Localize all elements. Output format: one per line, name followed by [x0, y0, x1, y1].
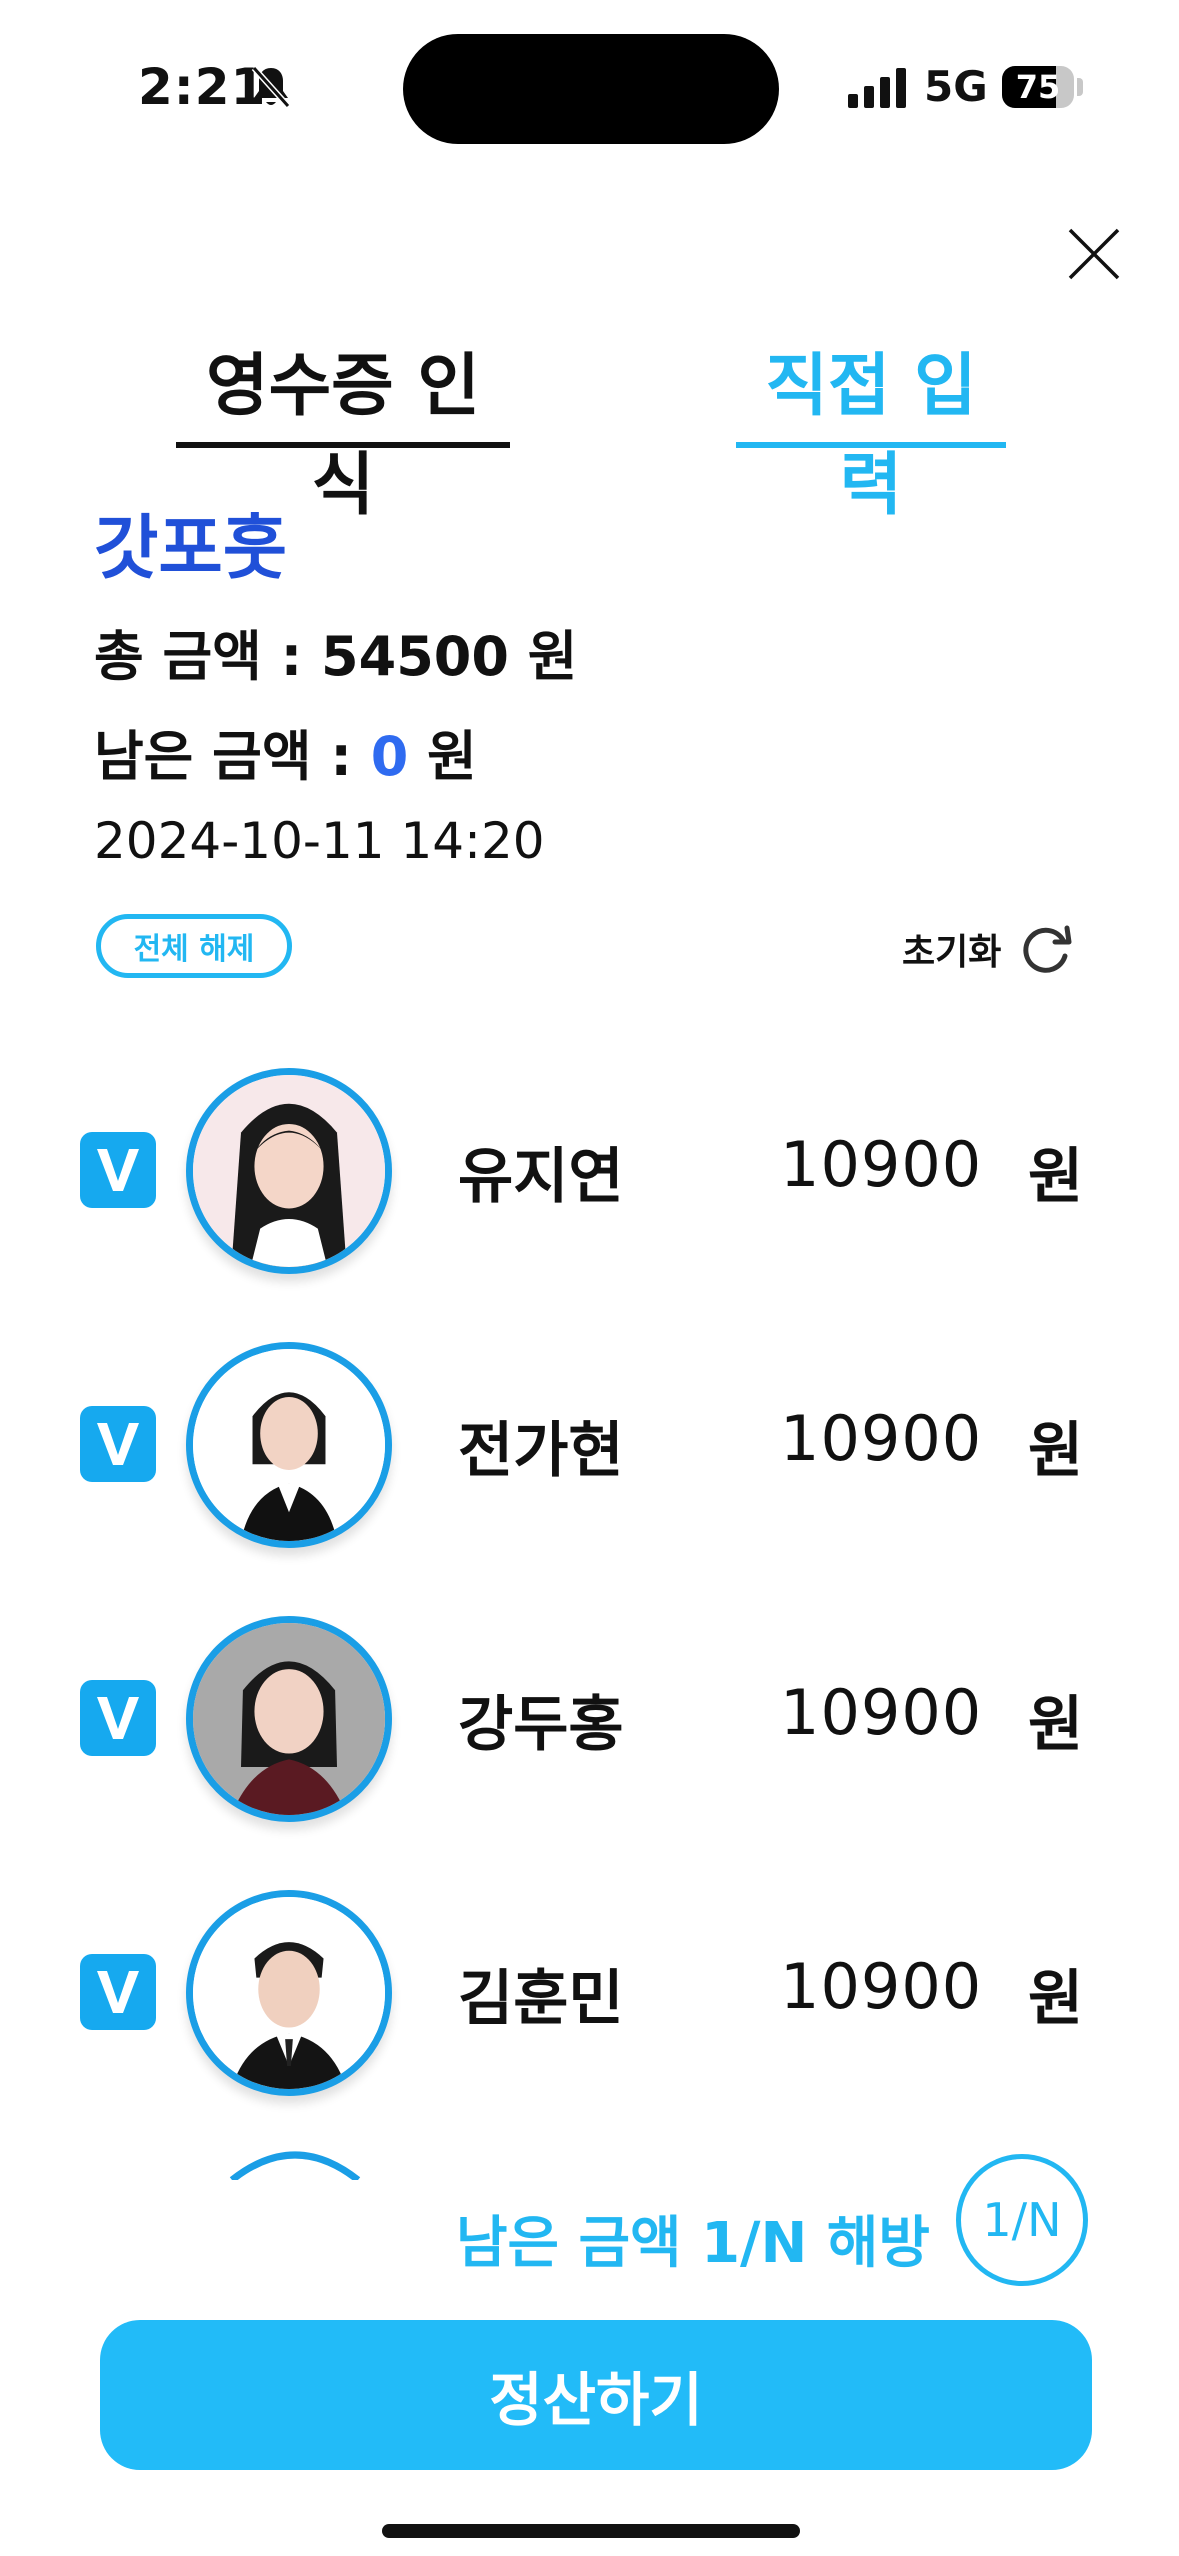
battery-icon: 75 [1002, 66, 1074, 108]
split-1n-button[interactable]: 1/N [956, 2154, 1088, 2286]
avatar [186, 1890, 392, 2096]
remaining-amount-line: 남은 금액 : 0 원 [94, 712, 477, 791]
reset-label: 초기화 [902, 932, 1002, 973]
signal-icon [848, 68, 906, 108]
member-amount[interactable]: 10900 [780, 1128, 982, 1201]
check-v-icon [97, 1423, 139, 1465]
member-unit: 원 [1028, 1690, 1084, 1760]
receipt-datetime: 2024-10-11 14:20 [94, 812, 545, 870]
tab-receipt-recognition[interactable]: 영수증 인식 [176, 330, 510, 525]
member-checkbox[interactable] [80, 1680, 156, 1756]
member-name: 강두홍 [458, 1690, 624, 1760]
battery-nub [1077, 78, 1083, 96]
remain-label: 남은 금액 : [94, 725, 371, 788]
member-row: 전가현 10900 원 [0, 1342, 1179, 1566]
total-amount-line: 총 금액 : 54500 원 [94, 612, 577, 691]
member-unit: 원 [1028, 1142, 1084, 1212]
split-remaining-label: 남은 금액 1/N 해방 [456, 2211, 930, 2276]
refresh-icon [1023, 925, 1072, 973]
avatar-photo [193, 1623, 385, 1815]
network-type: 5G [924, 62, 988, 111]
remain-unit: 원 [408, 725, 477, 788]
store-name: 갓포훗 [94, 507, 288, 589]
member-amount[interactable]: 10900 [780, 1402, 982, 1475]
member-unit: 원 [1028, 1964, 1084, 2034]
status-time: 2:21 [138, 58, 267, 116]
member-row: 유지연 10900 원 [0, 1068, 1179, 1292]
member-name: 유지연 [458, 1142, 624, 1212]
dynamic-island [403, 34, 779, 144]
reset-button[interactable]: 초기화 [902, 918, 1077, 980]
member-checkbox[interactable] [80, 1406, 156, 1482]
avatar [186, 1068, 392, 1274]
member-row: 김훈민 10900 원 [0, 1890, 1179, 2114]
tab-manual-input[interactable]: 직접 입력 [736, 330, 1006, 525]
avatar [186, 1616, 392, 1822]
member-row: 강두홍 10900 원 [0, 1616, 1179, 1840]
avatar-photo [193, 1349, 385, 1541]
clear-all-button[interactable]: 전체 해제 [96, 914, 292, 978]
check-v-icon [97, 1149, 139, 1191]
total-unit: 원 [508, 625, 578, 688]
close-icon[interactable] [1064, 224, 1124, 284]
home-indicator [382, 2524, 800, 2538]
member-amount[interactable]: 10900 [780, 1950, 982, 2023]
avatar-photo [193, 1075, 385, 1267]
member-name: 전가현 [458, 1416, 624, 1486]
check-v-icon [97, 1971, 139, 2013]
member-amount[interactable]: 10900 [780, 1676, 982, 1749]
avatar-photo [193, 1897, 385, 2089]
total-amount: 54500 [321, 625, 509, 688]
remain-amount: 0 [370, 725, 409, 788]
battery-level: 75 [1015, 68, 1061, 106]
avatar [186, 1342, 392, 1548]
next-avatar-peek [229, 2151, 361, 2180]
settle-button[interactable]: 정산하기 [100, 2320, 1092, 2470]
check-v-icon [97, 1697, 139, 1739]
member-unit: 원 [1028, 1416, 1084, 1486]
bell-muted-icon [251, 65, 291, 109]
member-name: 김훈민 [458, 1964, 624, 2034]
total-label: 총 금액 : [94, 625, 322, 688]
member-checkbox[interactable] [80, 1954, 156, 2030]
member-checkbox[interactable] [80, 1132, 156, 1208]
